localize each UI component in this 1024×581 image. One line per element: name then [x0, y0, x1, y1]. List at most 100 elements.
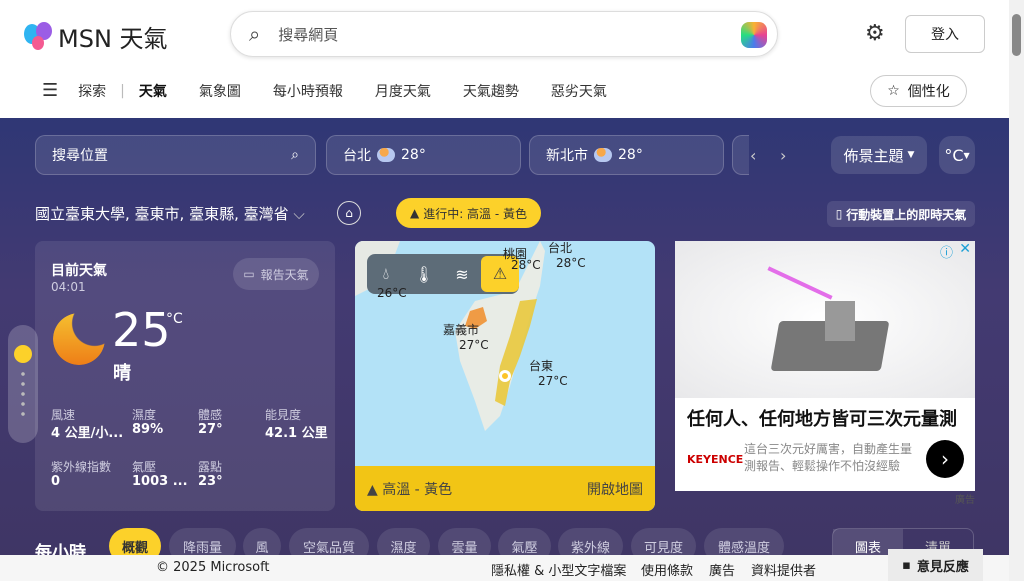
- search-icon: ⌕: [249, 22, 261, 46]
- uv-label: 紫外線指數: [51, 460, 112, 474]
- map-temp: 27°C: [538, 374, 568, 388]
- alert-text: 進行中: 高溫 - 黃色: [423, 206, 528, 221]
- feedback-button[interactable]: ▪ 意見反應: [888, 549, 983, 581]
- advertisement[interactable]: ⓘ ✕ 任何人、任何地方皆可三次元量測 KEYENCE 這台三次元好厲害，自動產…: [675, 241, 975, 491]
- city-card-newtaipei[interactable]: 新北市 28°: [529, 135, 724, 175]
- city-card-taipei[interactable]: 台北 28°: [326, 135, 521, 175]
- current-title: 目前天氣: [51, 263, 107, 279]
- mobile-label: 行動裝置上的即時天氣: [846, 207, 967, 222]
- warning-icon: ▲: [409, 206, 420, 220]
- copilot-icon[interactable]: [741, 22, 767, 48]
- precipitation-icon[interactable]: 💧︎: [367, 264, 405, 284]
- city-temp: 28°: [401, 147, 426, 163]
- menu-icon[interactable]: ☰: [42, 80, 58, 101]
- moon-icon: [53, 313, 105, 365]
- feedback-icon: ▪: [902, 557, 911, 573]
- thermometer-icon[interactable]: 🌡︎: [405, 265, 443, 284]
- ad-info-icon[interactable]: ⓘ: [940, 242, 953, 261]
- city-name: 新北市: [546, 148, 588, 164]
- temp-unit: °C: [166, 311, 183, 327]
- chevron-left-icon[interactable]: ‹: [750, 146, 756, 165]
- ad-image: [675, 241, 975, 398]
- nav-maps[interactable]: 氣象圖: [199, 81, 241, 101]
- nav-severe[interactable]: 惡劣天氣: [551, 81, 607, 101]
- city-card-partial[interactable]: [732, 135, 749, 175]
- report-weather-button[interactable]: ▭ 報告天氣: [233, 258, 319, 290]
- scrollbar[interactable]: [1009, 0, 1024, 581]
- weather-map[interactable]: 💧︎ 🌡︎ ≋ ⚠︎ 桃園 28°C 台北 28°C 26°C 嘉義市 27°C 台東…: [355, 241, 655, 511]
- msn-logo[interactable]: MSN 天氣: [24, 19, 168, 54]
- pressure-value: 1003 ...: [132, 474, 188, 489]
- map-alert-bar[interactable]: ▲ 高溫 - 黃色 開啟地圖: [355, 466, 655, 511]
- visibility-label: 能見度: [265, 408, 302, 422]
- scrollbar-thumb[interactable]: [1012, 14, 1021, 56]
- star-icon: ☆: [887, 83, 900, 99]
- search-icon: ⌕: [291, 147, 299, 163]
- ad-body: 這台三次元好厲害，自動產生量測報告、輕鬆操作不怕沒經驗: [744, 442, 913, 473]
- chevron-right-icon[interactable]: ›: [780, 146, 786, 165]
- ads-link[interactable]: 廣告: [709, 560, 735, 579]
- map-temp: 28°C: [556, 256, 586, 270]
- home-icon[interactable]: ⌂: [337, 201, 361, 225]
- ad-close-icon[interactable]: ✕: [959, 241, 971, 257]
- map-temp: 28°C: [511, 258, 541, 272]
- theme-label: 佈景主題: [843, 146, 904, 165]
- map-city: 台東: [529, 359, 554, 373]
- caret-down-icon: ▼: [963, 150, 970, 160]
- gear-icon[interactable]: ⚙: [865, 21, 885, 46]
- terms-link[interactable]: 使用條款: [641, 560, 693, 579]
- humidity-value: 89%: [132, 422, 164, 437]
- location-pin-icon: [499, 370, 511, 382]
- open-map-link[interactable]: 開啟地圖: [587, 479, 643, 499]
- alert-badge[interactable]: ▲ 進行中: 高溫 - 黃色: [396, 198, 541, 228]
- data-providers-link[interactable]: 資料提供者: [751, 560, 816, 579]
- nav-bar: ☰ 探索 | 天氣 氣象圖 每小時預報 月度天氣 天氣趨勢 惡劣天氣: [42, 80, 639, 101]
- comment-icon: ▭: [243, 267, 255, 281]
- feels-like-value: 27°: [198, 422, 223, 437]
- city-temp: 28°: [618, 147, 643, 163]
- web-search-input[interactable]: ⌕ 搜尋網頁: [230, 11, 778, 57]
- footer: © 2025 Microsoft 隱私權 & 小型文字檔案 使用條款 廣告 資料…: [0, 555, 1009, 581]
- phone-icon: ▯: [835, 207, 843, 221]
- map-label-taoyuan: 桃園 28°C: [503, 245, 541, 276]
- login-button[interactable]: 登入: [905, 15, 985, 53]
- mobile-weather-button[interactable]: ▯ 行動裝置上的即時天氣: [827, 201, 975, 227]
- nav-trends[interactable]: 天氣趨勢: [463, 81, 519, 101]
- wind-label: 風速: [51, 408, 76, 422]
- partly-cloudy-night-icon: [377, 148, 395, 162]
- pager-dots: [21, 369, 25, 419]
- location-search-placeholder: 搜尋位置: [52, 148, 108, 164]
- dew-point-label: 露點: [198, 460, 223, 474]
- map-alert: ▲ 高溫 - 黃色: [367, 479, 452, 499]
- wind-value: 4 公里/小...: [51, 426, 124, 441]
- nav-hourly[interactable]: 每小時預報: [273, 81, 343, 101]
- feels-like-label: 體感: [198, 408, 223, 422]
- map-temp: 27°C: [459, 338, 489, 352]
- map-label-taipei: 台北 28°C: [548, 241, 586, 270]
- dew-point-value: 23°: [198, 474, 223, 489]
- chevron-right-icon[interactable]: ›: [926, 440, 964, 478]
- logo-text: MSN 天氣: [58, 25, 168, 53]
- pressure-label: 氣壓: [132, 460, 157, 474]
- location-name: 國立臺東大學, 臺東市, 臺東縣, 臺灣省: [35, 205, 289, 223]
- report-label: 報告天氣: [260, 267, 309, 282]
- city-name: 台北: [343, 148, 371, 164]
- privacy-link[interactable]: 隱私權 & 小型文字檔案: [491, 560, 626, 579]
- partly-cloudy-night-icon: [594, 148, 612, 162]
- sun-icon: [14, 345, 32, 363]
- top-bar: MSN 天氣 ⌕ 搜尋網頁 ⚙ 登入 ☰ 探索 | 天氣 氣象圖 每小時預報 月…: [0, 0, 1009, 118]
- theme-dropdown[interactable]: 佈景主題 ▼: [831, 136, 927, 174]
- chevron-down-icon: ⌵: [293, 205, 305, 223]
- side-pager[interactable]: [8, 325, 38, 443]
- nav-monthly[interactable]: 月度天氣: [375, 81, 431, 101]
- wind-icon[interactable]: ≋: [443, 265, 481, 284]
- nav-explore[interactable]: 探索: [78, 81, 106, 101]
- location-selector[interactable]: 國立臺東大學, 臺東市, 臺東縣, 臺灣省 ⌵: [35, 203, 305, 224]
- uv-value: 0: [51, 474, 61, 489]
- personalize-label: 個性化: [907, 84, 950, 100]
- personalize-button[interactable]: ☆ 個性化: [870, 75, 967, 107]
- current-time: 04:01: [51, 280, 86, 294]
- unit-dropdown[interactable]: °C ▼: [939, 136, 975, 174]
- location-search-input[interactable]: 搜尋位置 ⌕: [35, 135, 316, 175]
- nav-weather[interactable]: 天氣: [139, 81, 167, 101]
